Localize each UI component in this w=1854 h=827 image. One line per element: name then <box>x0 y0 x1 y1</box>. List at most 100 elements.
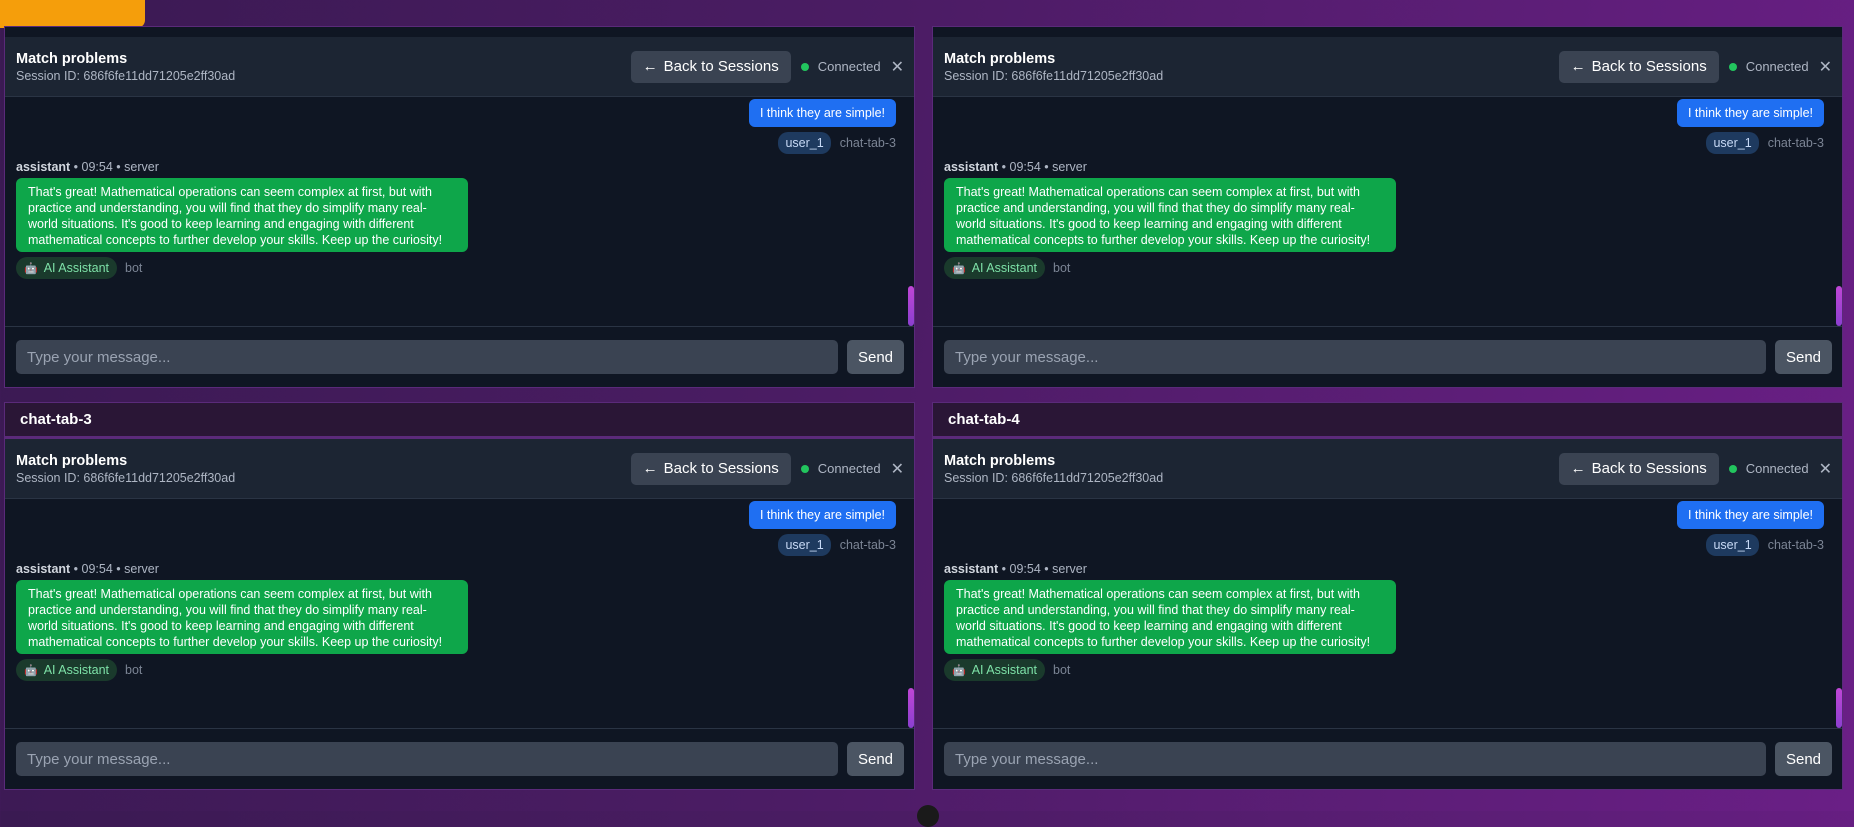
back-button-label: Back to Sessions <box>1591 58 1707 75</box>
connection-status: Connected <box>800 461 881 476</box>
user-message-bubble: I think they are simple! <box>1676 501 1824 529</box>
assistant-time: 09:54 <box>1009 160 1041 174</box>
status-text: Connected <box>1745 59 1809 74</box>
back-to-sessions-button[interactable]: ← Back to Sessions <box>630 452 791 485</box>
assistant-meta: assistant • 09:54 • server <box>16 562 159 576</box>
scrollbar-thumb[interactable] <box>1836 688 1842 728</box>
status-text: Connected <box>1745 461 1809 476</box>
connection-status: Connected <box>1728 59 1809 74</box>
assistant-meta: assistant • 09:54 • server <box>944 562 1087 576</box>
panel-tab-title: chat-tab-3 <box>5 403 914 439</box>
assistant-time: 09:54 <box>81 160 113 174</box>
assistant-message-bubble: That's great! Mathematical operations ca… <box>944 580 1396 654</box>
chat-panel: chat-tab-4 Match problems Session ID: 68… <box>932 402 1843 790</box>
back-button-label: Back to Sessions <box>663 460 779 477</box>
back-button-label: Back to Sessions <box>663 58 779 75</box>
chat-header: Match problems Session ID: 686f6fe11dd71… <box>933 439 1842 499</box>
session-id: Session ID: 686f6fe11dd71205e2ff30ad <box>16 470 236 485</box>
close-icon[interactable]: ✕ <box>891 57 904 77</box>
send-button[interactable]: Send <box>1775 340 1832 374</box>
close-icon[interactable]: ✕ <box>891 459 904 479</box>
user-message-bubble: I think they are simple! <box>1676 99 1824 127</box>
bot-name: AI Assistant <box>43 261 110 275</box>
bot-chip: 🤖 AI Assistant <box>16 659 118 681</box>
bot-chip: 🤖 AI Assistant <box>944 659 1046 681</box>
close-icon[interactable]: ✕ <box>1819 459 1832 479</box>
session-id: Session ID: 686f6fe11dd71205e2ff30ad <box>944 470 1164 485</box>
assistant-message-bubble: That's great! Mathematical operations ca… <box>16 178 468 252</box>
robot-icon: 🤖 <box>952 262 966 275</box>
bot-name: AI Assistant <box>971 663 1038 677</box>
composer: Type your message... Send <box>933 326 1842 387</box>
panel-tab-title: chat-tab-4 <box>933 403 1842 439</box>
status-dot-icon <box>1728 62 1737 71</box>
arrow-left-icon: ← <box>1570 460 1586 477</box>
message-input[interactable]: Type your message... <box>944 742 1766 776</box>
message-list[interactable]: I think they are simple! user_1 chat-tab… <box>5 499 914 728</box>
user-chip: user_1 <box>1706 132 1759 154</box>
chat-panel: chat-tab-3 Match problems Session ID: 68… <box>4 402 915 790</box>
message-list[interactable]: I think they are simple! user_1 chat-tab… <box>933 499 1842 728</box>
user-tab-label: chat-tab-3 <box>1767 136 1824 150</box>
session-title: Match problems <box>16 50 128 67</box>
user-message-bubble: I think they are simple! <box>748 501 896 529</box>
close-icon[interactable]: ✕ <box>1819 57 1832 77</box>
assistant-role: assistant <box>16 562 71 576</box>
message-input[interactable]: Type your message... <box>944 340 1766 374</box>
bot-chip: 🤖 AI Assistant <box>16 257 118 279</box>
status-dot-icon <box>1728 464 1737 473</box>
robot-icon: 🤖 <box>24 262 38 275</box>
send-button[interactable]: Send <box>1775 742 1832 776</box>
chat-header: Match problems Session ID: 686f6fe11dd71… <box>5 439 914 499</box>
chat-header: Match problems Session ID: 686f6fe11dd71… <box>5 37 914 97</box>
message-list[interactable]: I think they are simple! user_1 chat-tab… <box>933 97 1842 326</box>
arrow-left-icon: ← <box>1570 58 1586 75</box>
message-input[interactable]: Type your message... <box>16 340 838 374</box>
back-to-sessions-button[interactable]: ← Back to Sessions <box>630 50 791 83</box>
user-message-bubble: I think they are simple! <box>748 99 896 127</box>
assistant-message-bubble: That's great! Mathematical operations ca… <box>944 178 1396 252</box>
composer: Type your message... Send <box>5 728 914 789</box>
user-chip: user_1 <box>1706 534 1759 556</box>
user-tab-label: chat-tab-3 <box>1767 538 1824 552</box>
resize-handle[interactable] <box>917 805 939 827</box>
session-title: Match problems <box>16 452 128 469</box>
status-dot-icon <box>800 62 809 71</box>
bot-tag: bot <box>1053 261 1071 275</box>
assistant-source: server <box>124 562 159 576</box>
assistant-time: 09:54 <box>1009 562 1041 576</box>
chat-panel: Match problems Session ID: 686f6fe11dd71… <box>932 26 1843 388</box>
back-to-sessions-button[interactable]: ← Back to Sessions <box>1558 452 1719 485</box>
session-id: Session ID: 686f6fe11dd71205e2ff30ad <box>16 68 236 83</box>
composer: Type your message... Send <box>933 728 1842 789</box>
assistant-source: server <box>1052 562 1087 576</box>
back-button-label: Back to Sessions <box>1591 460 1707 477</box>
session-id: Session ID: 686f6fe11dd71205e2ff30ad <box>944 68 1164 83</box>
scrollbar-thumb[interactable] <box>908 286 914 326</box>
message-input[interactable]: Type your message... <box>16 742 838 776</box>
connection-status: Connected <box>1728 461 1809 476</box>
scrollbar-thumb[interactable] <box>908 688 914 728</box>
assistant-role: assistant <box>944 160 999 174</box>
message-list[interactable]: I think they are simple! user_1 chat-tab… <box>5 97 914 326</box>
bot-tag: bot <box>125 663 143 677</box>
scrollbar-thumb[interactable] <box>1836 286 1842 326</box>
assistant-source: server <box>1052 160 1087 174</box>
send-button[interactable]: Send <box>847 340 904 374</box>
user-tab-label: chat-tab-3 <box>839 136 896 150</box>
back-to-sessions-button[interactable]: ← Back to Sessions <box>1558 50 1719 83</box>
bot-chip: 🤖 AI Assistant <box>944 257 1046 279</box>
assistant-time: 09:54 <box>81 562 113 576</box>
bot-tag: bot <box>1053 663 1071 677</box>
bot-tag: bot <box>125 261 143 275</box>
chat-panel: Match problems Session ID: 686f6fe11dd71… <box>4 26 915 388</box>
assistant-message-bubble: That's great! Mathematical operations ca… <box>16 580 468 654</box>
send-button[interactable]: Send <box>847 742 904 776</box>
assistant-meta: assistant • 09:54 • server <box>16 160 159 174</box>
orange-tab-indicator[interactable] <box>0 0 145 28</box>
assistant-meta: assistant • 09:54 • server <box>944 160 1087 174</box>
session-title: Match problems <box>944 50 1056 67</box>
session-title: Match problems <box>944 452 1056 469</box>
status-text: Connected <box>817 59 881 74</box>
arrow-left-icon: ← <box>642 460 658 477</box>
